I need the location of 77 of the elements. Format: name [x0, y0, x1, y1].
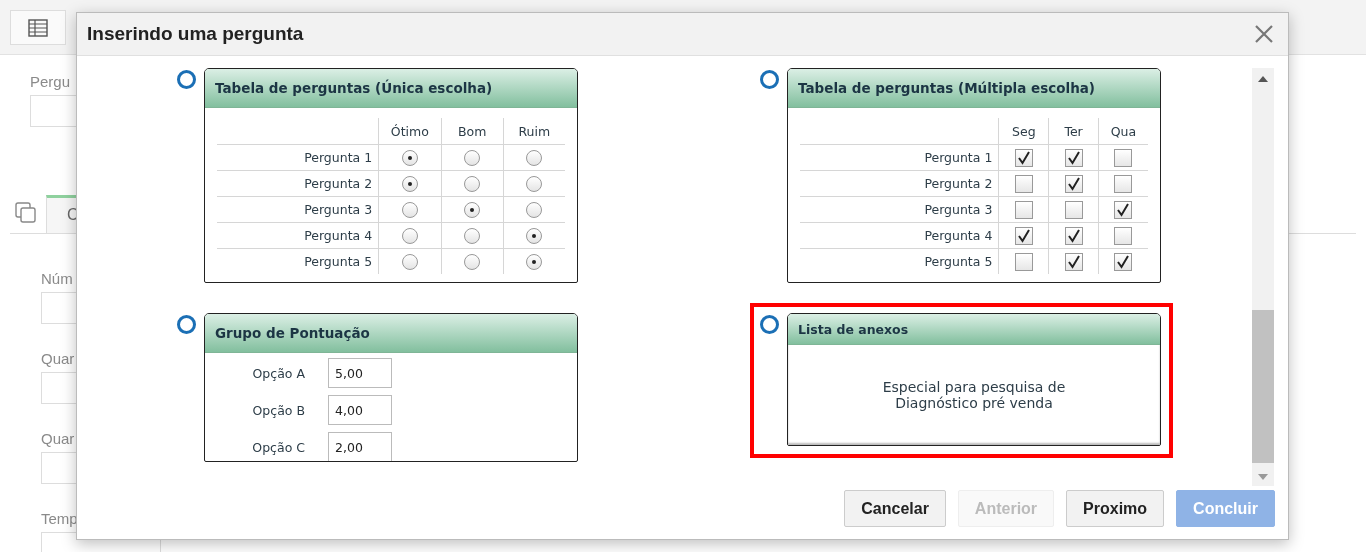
checkbox[interactable] [1014, 174, 1033, 193]
radio-button[interactable] [526, 227, 543, 244]
radio-button[interactable] [464, 227, 481, 244]
radio-button[interactable] [464, 253, 481, 270]
description-text: Especial para pesquisa de Diagnóstico pré venda [881, 379, 1067, 411]
checkbox[interactable] [1014, 148, 1033, 167]
card-title: Lista de anexos [788, 314, 1160, 345]
row-label: Pergunta 3 [800, 196, 999, 223]
field-label: Quar [41, 350, 75, 367]
column-header: Qua [1098, 118, 1148, 145]
column-header: Seg [998, 118, 1049, 145]
radio-button[interactable] [401, 253, 418, 270]
card-title: Tabela de perguntas (Múltipla escolha) [788, 69, 1160, 108]
radio-button[interactable] [177, 70, 196, 89]
checkbox[interactable] [1064, 174, 1083, 193]
radio-button[interactable] [526, 201, 543, 218]
column-header: Ótimo [378, 118, 442, 145]
row-label: Pergunta 1 [800, 144, 999, 171]
radio-button[interactable] [464, 149, 481, 166]
column-header: Bom [441, 118, 504, 145]
row-label: Pergunta 5 [800, 248, 999, 274]
field-label: Quar [41, 430, 75, 447]
table-view-button[interactable] [10, 10, 66, 45]
radio-button[interactable] [526, 149, 543, 166]
radio-button[interactable] [464, 175, 481, 192]
radio-button[interactable] [760, 70, 779, 89]
card-title: Grupo de Pontuação [205, 314, 577, 353]
checkbox[interactable] [1114, 252, 1133, 271]
radio-button[interactable] [177, 315, 196, 334]
column-header: Ter [1048, 118, 1099, 145]
score-field[interactable]: 2,00 [328, 432, 392, 461]
field-label: Pergu [30, 73, 71, 90]
checkbox[interactable] [1064, 226, 1083, 245]
checkbox[interactable] [1114, 148, 1133, 167]
close-icon[interactable] [1254, 24, 1274, 44]
radio-button[interactable] [464, 201, 481, 218]
dialog-button[interactable]: Proximo [1066, 490, 1165, 527]
checkbox[interactable] [1014, 226, 1033, 245]
score-field[interactable]: 5,00 [328, 358, 392, 388]
table-icon [28, 18, 48, 37]
copy-icon[interactable] [14, 201, 38, 225]
scrollbar[interactable] [1252, 68, 1274, 486]
row-label: Pergunta 3 [217, 196, 379, 223]
checkbox[interactable] [1114, 226, 1133, 245]
radio-button[interactable] [760, 315, 779, 334]
score-field[interactable]: 4,00 [328, 395, 392, 425]
checkbox[interactable] [1014, 252, 1033, 271]
checkbox[interactable] [1064, 252, 1083, 271]
option-label: Opção B [251, 402, 305, 418]
dialog-title: Inserindo uma pergunta [87, 23, 304, 45]
checkbox[interactable] [1114, 200, 1133, 219]
scroll-up-icon[interactable] [1258, 76, 1268, 82]
field-label: Núm [41, 270, 73, 287]
checkbox[interactable] [1064, 200, 1083, 219]
field-label: Temp [41, 510, 78, 527]
radio-button[interactable] [526, 253, 543, 270]
radio-button[interactable] [401, 227, 418, 244]
row-label: Pergunta 5 [217, 248, 379, 274]
checkbox[interactable] [1114, 174, 1133, 193]
radio-button[interactable] [401, 175, 418, 192]
column-header: Ruim [503, 118, 565, 145]
radio-button[interactable] [401, 149, 418, 166]
option-label: Opção A [251, 365, 305, 381]
dialog-button[interactable]: Cancelar [844, 490, 946, 527]
row-label: Pergunta 4 [800, 222, 999, 249]
row-label: Pergunta 4 [217, 222, 379, 249]
checkbox[interactable] [1064, 148, 1083, 167]
radio-button[interactable] [526, 175, 543, 192]
checkbox[interactable] [1014, 200, 1033, 219]
row-label: Pergunta 1 [217, 144, 379, 171]
radio-button[interactable] [401, 201, 418, 218]
scrollbar-thumb[interactable] [1252, 310, 1274, 463]
row-label: Pergunta 2 [217, 170, 379, 197]
option-label: Opção C [251, 439, 305, 455]
row-label: Pergunta 2 [800, 170, 999, 197]
scroll-down-icon[interactable] [1258, 474, 1268, 480]
card-title: Tabela de perguntas (Única escolha) [205, 69, 577, 108]
